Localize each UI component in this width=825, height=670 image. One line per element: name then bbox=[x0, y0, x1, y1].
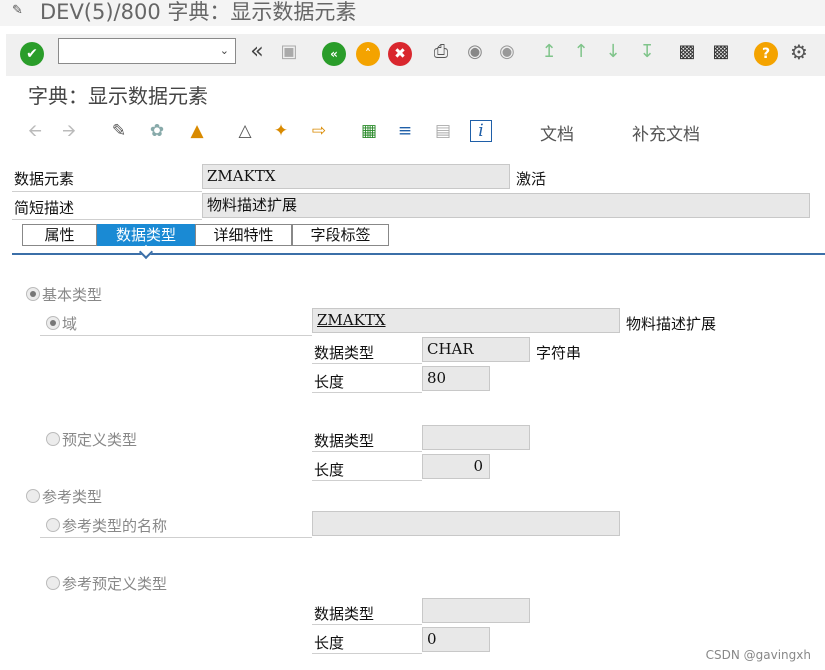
divider bbox=[312, 451, 422, 452]
tab-further-characteristics[interactable]: 详细特性 bbox=[195, 224, 292, 246]
where-used-icon[interactable]: △ bbox=[234, 120, 256, 142]
application-toolbar: 🡨 🡪 ✎ ✿ ▲ △ ✦ ⇨ ▦ ≡ ▤ i 文档 补充文档 bbox=[12, 114, 825, 150]
last-page-icon[interactable]: ↧ bbox=[636, 42, 658, 62]
elementary-type-label: 基本类型 bbox=[42, 286, 103, 304]
documentation-button[interactable]: 文档 bbox=[540, 120, 574, 145]
watermark: CSDN @gavingxh bbox=[705, 648, 811, 662]
system-toolbar: ✔ ⌄ « ▣ « ˄ ✖ ⎙ ◉ ◉ ↥ ↑ ↓ ↧ ▩ ▩ ? ⚙ bbox=[6, 34, 825, 76]
domain-label: 域 bbox=[62, 315, 78, 333]
chevron-down-icon[interactable]: ⌄ bbox=[220, 44, 229, 57]
predefined-type-radio[interactable] bbox=[46, 432, 60, 446]
tree-icon[interactable]: ≡ bbox=[394, 120, 416, 142]
save-icon[interactable]: ▣ bbox=[278, 42, 300, 62]
first-page-icon[interactable]: ↥ bbox=[538, 42, 560, 62]
divider bbox=[12, 219, 202, 220]
back-icon[interactable]: « bbox=[322, 42, 346, 66]
command-field[interactable]: ⌄ bbox=[58, 38, 236, 64]
data-element-label: 数据元素 bbox=[14, 170, 75, 188]
divider bbox=[312, 653, 422, 654]
divider bbox=[12, 191, 202, 192]
previous-page-icon[interactable]: ↑ bbox=[570, 42, 592, 62]
reference-data-type-label: 数据类型 bbox=[314, 605, 375, 623]
data-type-field: CHAR bbox=[422, 337, 530, 362]
reference-predefined-type-radio[interactable] bbox=[46, 576, 60, 590]
object-list-icon[interactable]: ✦ bbox=[270, 120, 292, 142]
domain-description: 物料描述扩展 bbox=[626, 315, 717, 333]
cancel-icon[interactable]: ✖ bbox=[388, 42, 412, 66]
settings-icon[interactable]: ⚙ bbox=[788, 42, 810, 62]
divider bbox=[312, 480, 422, 481]
find-icon[interactable]: ◉ bbox=[464, 42, 486, 62]
window-icon: ✎ bbox=[12, 3, 23, 18]
predefined-type-label: 预定义类型 bbox=[62, 431, 138, 449]
domain-radio[interactable] bbox=[46, 316, 60, 330]
display-change-icon[interactable]: ✎ bbox=[108, 120, 130, 142]
reference-type-radio[interactable] bbox=[26, 489, 40, 503]
forward-arrow-icon[interactable]: 🡪 bbox=[58, 120, 80, 142]
reference-data-type-field[interactable] bbox=[422, 598, 530, 623]
data-type-description: 字符串 bbox=[536, 344, 582, 362]
tab-attributes[interactable]: 属性 bbox=[22, 224, 97, 246]
short-description-field[interactable]: 物料描述扩展 bbox=[202, 193, 810, 218]
screen-title: 字典：显示数据元素 bbox=[28, 84, 208, 108]
back-arrow-icon[interactable]: 🡨 bbox=[24, 120, 46, 142]
reference-type-name-radio[interactable] bbox=[46, 518, 60, 532]
create-session-icon[interactable]: ▩ bbox=[676, 42, 698, 62]
active-tab-pointer-icon bbox=[138, 244, 154, 260]
reference-predefined-type-label: 参考预定义类型 bbox=[62, 575, 168, 593]
divider bbox=[40, 335, 312, 336]
next-page-icon[interactable]: ↓ bbox=[602, 42, 624, 62]
divider bbox=[312, 363, 422, 364]
predefined-data-type-field[interactable] bbox=[422, 425, 530, 450]
reference-length-field[interactable]: 0 bbox=[422, 627, 490, 652]
reference-type-name-label: 参考类型的名称 bbox=[62, 517, 168, 535]
data-type-label: 数据类型 bbox=[314, 344, 375, 362]
predefined-length-label: 长度 bbox=[314, 461, 345, 479]
reference-type-label: 参考类型 bbox=[42, 488, 103, 506]
exit-icon[interactable]: ˄ bbox=[356, 42, 380, 66]
tab-data-type[interactable]: 数据类型 bbox=[97, 224, 195, 246]
length-field: 80 bbox=[422, 366, 490, 391]
reference-type-name-field[interactable] bbox=[312, 511, 620, 536]
divider bbox=[312, 392, 422, 393]
predefined-length-field[interactable]: 0 bbox=[422, 454, 490, 479]
predefined-data-type-label: 数据类型 bbox=[314, 432, 375, 450]
chevron-left-double-icon[interactable]: « bbox=[246, 41, 268, 63]
enter-icon[interactable]: ✔ bbox=[20, 42, 44, 66]
status-text: 激活 bbox=[516, 170, 547, 188]
reference-length-label: 长度 bbox=[314, 634, 345, 652]
length-label: 长度 bbox=[314, 373, 345, 391]
data-element-field[interactable]: ZMAKTX bbox=[202, 164, 510, 189]
activate-icon[interactable]: ▲ bbox=[186, 120, 208, 142]
navigate-icon[interactable]: ⇨ bbox=[308, 120, 330, 142]
help-icon[interactable]: ? bbox=[754, 42, 778, 66]
shortcut-icon[interactable]: ▩ bbox=[710, 42, 732, 62]
other-object-icon[interactable]: ✿ bbox=[146, 120, 168, 142]
supplementary-documentation-button[interactable]: 补充文档 bbox=[632, 120, 700, 145]
divider bbox=[40, 537, 312, 538]
table-icon[interactable]: ▤ bbox=[432, 120, 454, 142]
tab-field-label[interactable]: 字段标签 bbox=[292, 224, 389, 246]
hierarchy-icon[interactable]: ▦ bbox=[358, 120, 380, 142]
find-next-icon[interactable]: ◉ bbox=[496, 42, 518, 62]
elementary-type-radio[interactable] bbox=[26, 287, 40, 301]
short-description-label: 简短描述 bbox=[14, 199, 75, 217]
print-icon[interactable]: ⎙ bbox=[430, 42, 452, 62]
tab-strip-divider bbox=[12, 253, 825, 255]
info-icon[interactable]: i bbox=[470, 120, 492, 142]
domain-field[interactable]: ZMAKTX bbox=[312, 308, 620, 333]
window-title: DEV(5)/800 字典：显示数据元素 bbox=[40, 0, 357, 24]
window-titlebar: ✎ DEV(5)/800 字典：显示数据元素 bbox=[0, 0, 825, 26]
divider bbox=[312, 624, 422, 625]
